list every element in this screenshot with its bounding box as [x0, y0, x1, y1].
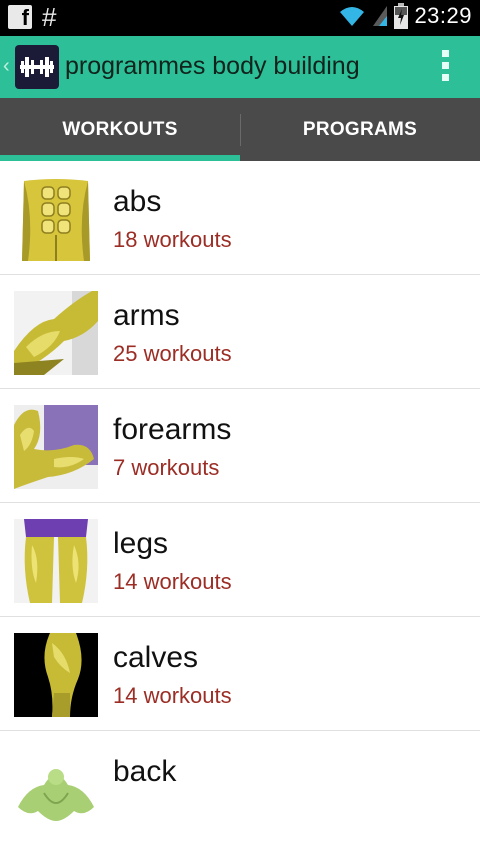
list-item-calves[interactable]: calves 14 workouts: [0, 617, 480, 731]
app-title: programmes body building: [65, 52, 360, 80]
calves-muscle-image: [14, 633, 98, 717]
wifi-icon: [340, 7, 365, 26]
up-chevron-icon[interactable]: ‹: [3, 56, 10, 76]
battery-icon: [394, 3, 409, 29]
workout-count: 14 workouts: [113, 683, 232, 708]
workout-count: 18 workouts: [113, 227, 232, 252]
signal-icon: [373, 6, 388, 26]
arms-muscle-image: [14, 291, 98, 375]
muscle-group-list: abs 18 workouts arms 25 workouts forearm…: [0, 161, 480, 844]
muscle-group-name: legs: [113, 527, 169, 560]
tab-workouts[interactable]: WORKOUTS: [0, 98, 240, 161]
facebook-glyph: f: [21, 5, 29, 30]
workout-count: 7 workouts: [113, 455, 220, 480]
list-item-legs[interactable]: legs 14 workouts: [0, 503, 480, 617]
list-item-forearms[interactable]: forearms 7 workouts: [0, 389, 480, 503]
tab-programs[interactable]: PROGRAMS: [240, 98, 480, 161]
muscle-group-name: arms: [113, 299, 180, 332]
status-bar-notifications: f #: [8, 4, 56, 30]
forearms-muscle-image: [14, 405, 98, 489]
dumbbell-icon[interactable]: [15, 45, 59, 89]
muscle-group-name: calves: [113, 641, 199, 674]
status-bar: f # 23:29: [0, 0, 480, 36]
list-item-back[interactable]: back: [0, 731, 480, 844]
legs-muscle-image: [14, 519, 98, 603]
status-bar-system: 23:29: [338, 3, 472, 29]
list-item-arms[interactable]: arms 25 workouts: [0, 275, 480, 389]
workout-count: 14 workouts: [113, 569, 232, 594]
tab-bar: WORKOUTS PROGRAMS: [0, 98, 480, 161]
muscle-group-name: back: [113, 755, 177, 788]
abs-muscle-image: [14, 177, 98, 261]
hash-icon: #: [42, 2, 57, 32]
facebook-icon: f: [8, 5, 32, 29]
back-muscle-image: [14, 747, 98, 831]
muscle-group-name: abs: [113, 185, 162, 218]
status-time: 23:29: [414, 3, 472, 28]
workout-count: 25 workouts: [113, 341, 232, 366]
list-item-abs[interactable]: abs 18 workouts: [0, 161, 480, 275]
muscle-group-name: forearms: [113, 413, 232, 446]
action-bar: ‹ programmes body building: [0, 36, 480, 98]
overflow-menu-icon[interactable]: [442, 50, 450, 84]
